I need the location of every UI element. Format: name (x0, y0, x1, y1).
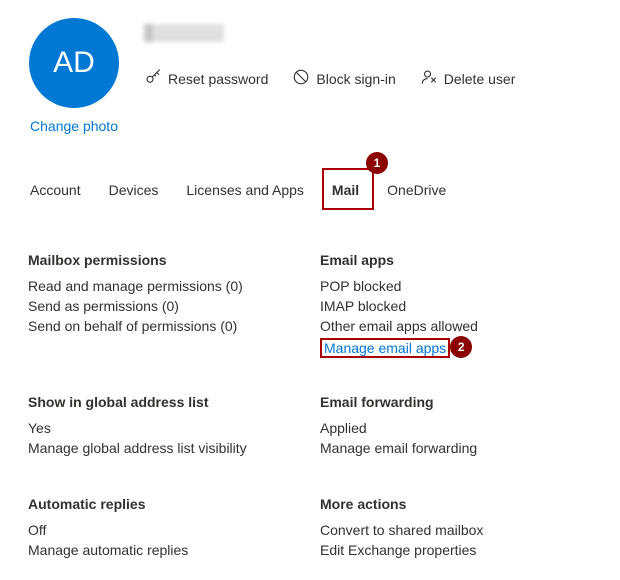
email-apps-title: Email apps (320, 252, 596, 268)
section-forwarding: Email forwarding Applied Manage email fo… (320, 394, 596, 460)
tab-mail[interactable]: Mail (332, 178, 359, 202)
mailbox-permissions-title: Mailbox permissions (28, 252, 304, 268)
forwarding-value: Applied (320, 420, 596, 436)
tab-onedrive[interactable]: OneDrive (387, 178, 446, 202)
block-signin-label: Block sign-in (316, 71, 395, 87)
section-mailbox-permissions: Mailbox permissions Read and manage perm… (28, 252, 304, 358)
avatar-column: AD Change photo (24, 18, 124, 134)
action-bar: Reset password Block sign-in Delete user (144, 68, 596, 89)
send-as-permissions-link[interactable]: Send as permissions (0) (28, 298, 304, 314)
reset-password-label: Reset password (168, 71, 268, 87)
convert-shared-mailbox-link[interactable]: Convert to shared mailbox (320, 522, 596, 538)
manage-gal-link[interactable]: Manage global address list visibility (28, 440, 304, 456)
edit-exchange-properties-link[interactable]: Edit Exchange properties (320, 542, 596, 558)
manage-email-apps-link[interactable]: Manage email apps (320, 338, 450, 358)
auto-replies-title: Automatic replies (28, 496, 304, 512)
person-delete-icon (420, 68, 438, 89)
manage-auto-replies-link[interactable]: Manage automatic replies (28, 542, 304, 558)
user-header: AD Change photo Reset password Block sig… (24, 18, 596, 134)
redacted-name (144, 24, 224, 42)
read-manage-permissions-link[interactable]: Read and manage permissions (0) (28, 278, 304, 294)
section-more-actions: More actions Convert to shared mailbox E… (320, 496, 596, 562)
section-auto-replies: Automatic replies Off Manage automatic r… (28, 496, 304, 562)
tab-devices[interactable]: Devices (109, 178, 159, 202)
reset-password-button[interactable]: Reset password (144, 68, 268, 89)
annotation-callout-2: 2 (450, 336, 472, 358)
section-gal: Show in global address list Yes Manage g… (28, 394, 304, 460)
annotation-callout-1: 1 (366, 152, 388, 174)
send-on-behalf-permissions-link[interactable]: Send on behalf of permissions (0) (28, 318, 304, 334)
manage-forwarding-link[interactable]: Manage email forwarding (320, 440, 596, 456)
more-actions-title: More actions (320, 496, 596, 512)
change-photo-link[interactable]: Change photo (30, 118, 118, 134)
pop-status: POP blocked (320, 278, 596, 294)
tab-account[interactable]: Account (30, 178, 81, 202)
tab-licenses[interactable]: Licenses and Apps (186, 178, 304, 202)
forwarding-title: Email forwarding (320, 394, 596, 410)
key-icon (144, 68, 162, 89)
auto-replies-value: Off (28, 522, 304, 538)
tabs: Account Devices Licenses and Apps Mail 1… (24, 178, 596, 202)
gal-value: Yes (28, 420, 304, 436)
block-signin-button[interactable]: Block sign-in (292, 68, 395, 89)
mail-content: Mailbox permissions Read and manage perm… (24, 252, 596, 562)
user-display-name (144, 24, 596, 48)
block-icon (292, 68, 310, 89)
delete-user-label: Delete user (444, 71, 516, 87)
imap-status: IMAP blocked (320, 298, 596, 314)
gal-title: Show in global address list (28, 394, 304, 410)
section-email-apps: Email apps POP blocked IMAP blocked Othe… (320, 252, 596, 358)
avatar: AD (29, 18, 119, 108)
delete-user-button[interactable]: Delete user (420, 68, 516, 89)
header-right: Reset password Block sign-in Delete user (144, 18, 596, 89)
other-apps-status: Other email apps allowed (320, 318, 596, 334)
